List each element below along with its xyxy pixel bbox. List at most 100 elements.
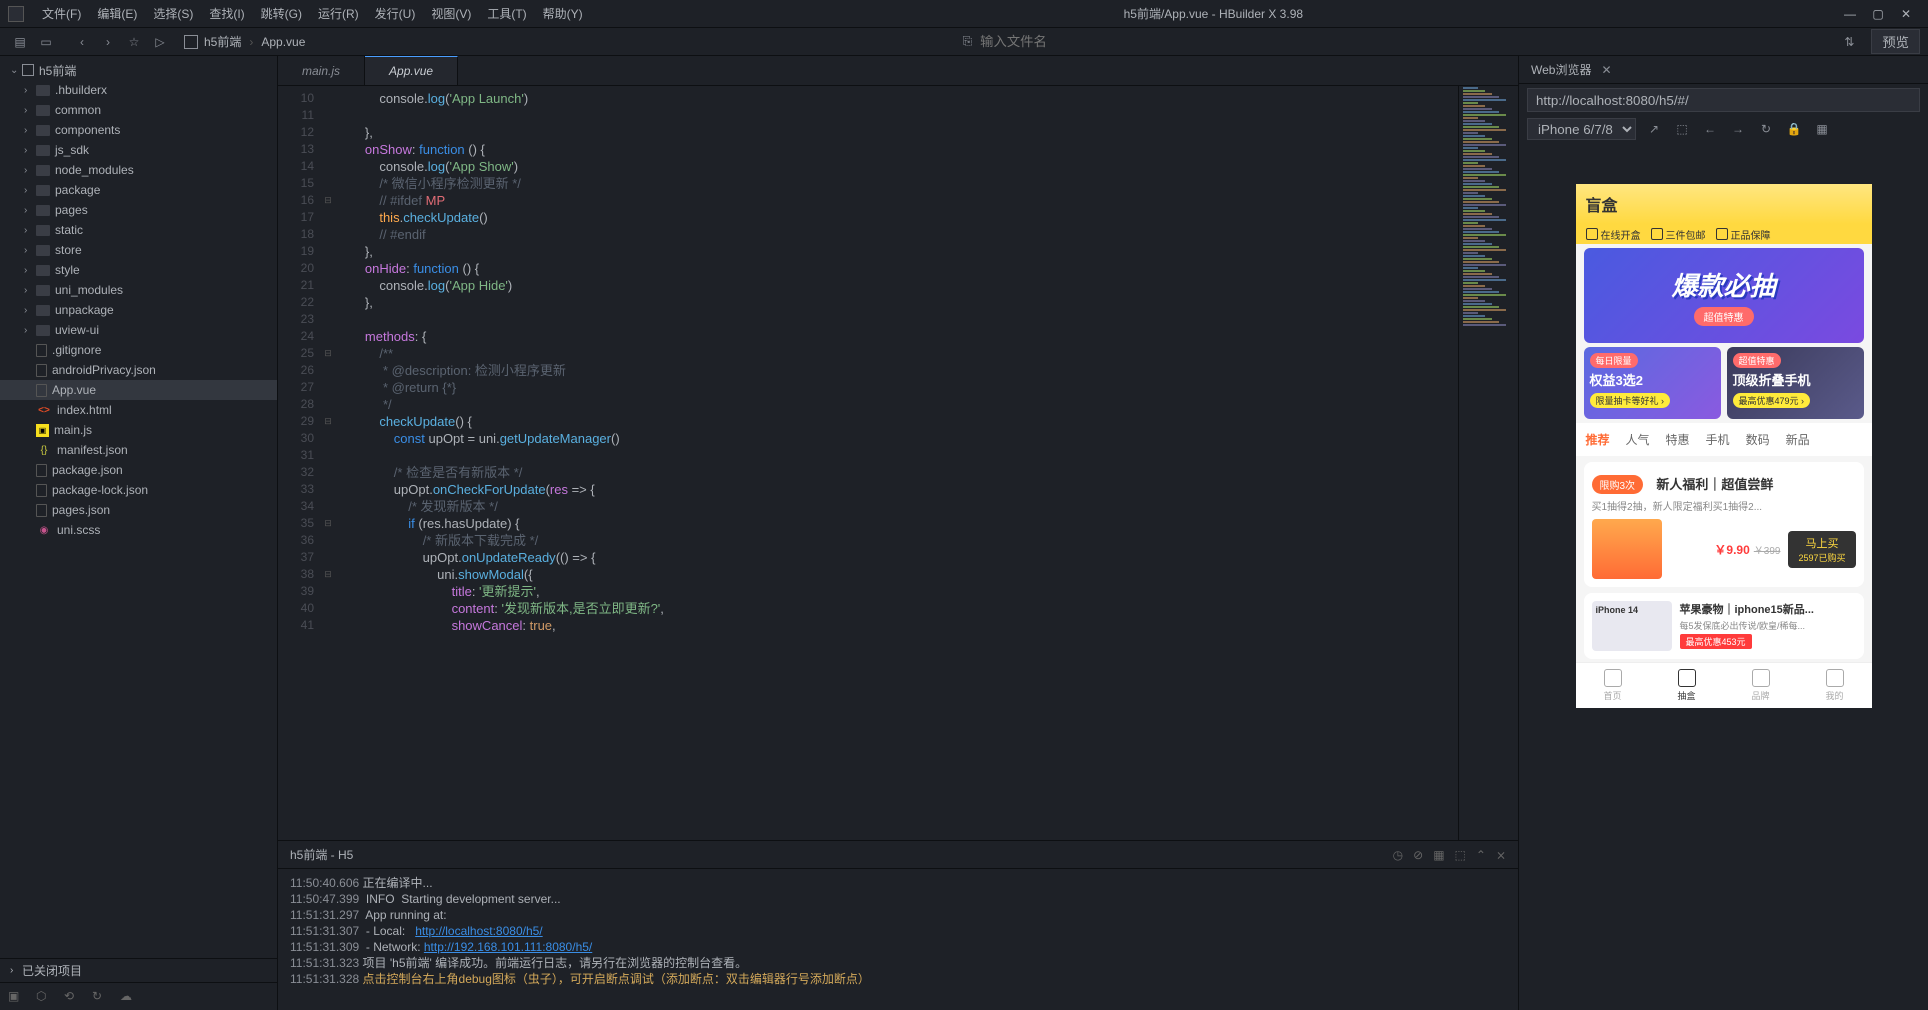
nav-item[interactable]: 品牌 <box>1724 663 1798 708</box>
preview-qr-icon[interactable]: ▦ <box>1812 119 1832 139</box>
preview-lock-icon[interactable]: 🔒 <box>1784 119 1804 139</box>
nav-forward-icon[interactable]: › <box>96 30 120 54</box>
minimap[interactable] <box>1458 86 1518 840</box>
menu-item[interactable]: 发行(U) <box>367 7 424 21</box>
tree-folder[interactable]: ›components <box>0 120 277 140</box>
console-collapse-icon[interactable]: ⌃ <box>1476 848 1486 862</box>
console-panel: h5前端 - H5 ◷ ⊘ ▦ ⬚ ⌃ ⨯ 11:50:40.606 正在编译中… <box>278 840 1518 1010</box>
console-icon-2[interactable]: ⊘ <box>1413 848 1423 862</box>
bug-icon[interactable]: ⬡ <box>36 989 52 1005</box>
tree-folder[interactable]: ›style <box>0 260 277 280</box>
tree-folder[interactable]: ›unpackage <box>0 300 277 320</box>
star-icon[interactable]: ☆ <box>122 30 146 54</box>
close-button[interactable]: ✕ <box>1892 7 1920 21</box>
maximize-button[interactable]: ▢ <box>1864 7 1892 21</box>
tree-file[interactable]: pages.json <box>0 500 277 520</box>
line-gutter[interactable]: 1011121314151617181920212223242526272829… <box>278 86 320 840</box>
minimize-button[interactable]: — <box>1836 7 1864 21</box>
tree-folder[interactable]: ›js_sdk <box>0 140 277 160</box>
menu-item[interactable]: 跳转(G) <box>253 7 310 21</box>
tree-file[interactable]: <>index.html <box>0 400 277 420</box>
tree-project-root[interactable]: ⌄ h5前端 <box>0 60 277 80</box>
nav-item[interactable]: 抽盒 <box>1650 663 1724 708</box>
nav-back-icon[interactable]: ‹ <box>70 30 94 54</box>
tree-folder[interactable]: ›uview-ui <box>0 320 277 340</box>
nav-icon <box>1604 669 1622 687</box>
breadcrumb-project[interactable]: h5前端 <box>204 33 241 50</box>
nav-item[interactable]: 我的 <box>1798 663 1872 708</box>
category-tab[interactable]: 特惠 <box>1666 431 1690 448</box>
refresh-icon[interactable]: ↻ <box>92 989 108 1005</box>
tree-file[interactable]: package.json <box>0 460 277 480</box>
preview-forward-icon[interactable]: → <box>1728 119 1748 139</box>
tree-file[interactable]: androidPrivacy.json <box>0 360 277 380</box>
tree-folder[interactable]: ›store <box>0 240 277 260</box>
category-tab[interactable]: 人气 <box>1626 431 1650 448</box>
menu-item[interactable]: 工具(T) <box>479 7 534 21</box>
promo-card-2[interactable]: 超值特惠 顶级折叠手机 最高优惠479元 › <box>1727 347 1864 419</box>
preview-refresh-icon[interactable]: ↻ <box>1756 119 1776 139</box>
preview-back-icon[interactable]: ← <box>1700 119 1720 139</box>
tree-folder[interactable]: ›uni_modules <box>0 280 277 300</box>
folder-name: components <box>55 123 120 137</box>
console-icon-4[interactable]: ⬚ <box>1455 848 1466 862</box>
editor-tab[interactable]: main.js <box>278 56 365 85</box>
menu-item[interactable]: 文件(F) <box>34 7 89 21</box>
console-link[interactable]: http://192.168.101.111:8080/h5/ <box>424 940 592 954</box>
tree-folder[interactable]: ›.hbuilderx <box>0 80 277 100</box>
console-link[interactable]: http://localhost:8080/h5/ <box>415 924 542 938</box>
category-tab[interactable]: 数码 <box>1746 431 1770 448</box>
console-icon-3[interactable]: ▦ <box>1433 848 1444 862</box>
console-close-icon[interactable]: ⨯ <box>1496 848 1506 862</box>
buy-button[interactable]: 马上买 2597已购买 <box>1788 531 1855 568</box>
run-icon[interactable]: ▷ <box>148 30 172 54</box>
console-icon-1[interactable]: ◷ <box>1393 848 1403 862</box>
tree-file[interactable]: {}manifest.json <box>0 440 277 460</box>
sync-icon[interactable]: ⟲ <box>64 989 80 1005</box>
preview-close-icon[interactable]: ✕ <box>1601 63 1611 77</box>
editor-body[interactable]: 1011121314151617181920212223242526272829… <box>278 86 1518 840</box>
tree-folder[interactable]: ›common <box>0 100 277 120</box>
tree-file[interactable]: ▣main.js <box>0 420 277 440</box>
file-search-input[interactable] <box>980 34 1180 49</box>
category-tab[interactable]: 新品 <box>1786 431 1810 448</box>
phone-frame[interactable]: 盲盒 在线开盒三件包邮正品保障 爆款必抽 超值特惠 每日限量 权益3选2 限量抽… <box>1576 184 1872 708</box>
closed-projects[interactable]: › 已关闭项目 <box>0 958 277 982</box>
nav-item[interactable]: 首页 <box>1576 663 1650 708</box>
product-card-1[interactable]: 限购3次 新人福利｜超值尝鲜 买1抽得2抽，新人限定福利买1抽得2... ￥9.… <box>1584 462 1864 587</box>
breadcrumb-file[interactable]: App.vue <box>261 35 305 49</box>
console-output[interactable]: 11:50:40.606 正在编译中...11:50:47.399 INFO S… <box>278 869 1518 1010</box>
preview-url-input[interactable] <box>1527 88 1920 112</box>
phone-banner[interactable]: 爆款必抽 超值特惠 <box>1584 248 1864 343</box>
menu-item[interactable]: 帮助(Y) <box>535 7 591 21</box>
tree-folder[interactable]: ›pages <box>0 200 277 220</box>
tree-folder[interactable]: ›node_modules <box>0 160 277 180</box>
preview-icon-2[interactable]: ⬚ <box>1672 119 1692 139</box>
menu-item[interactable]: 运行(R) <box>310 7 367 21</box>
fold-column[interactable]: ⊟⊟⊟⊟⊟ <box>320 86 336 840</box>
tree-file[interactable]: App.vue <box>0 380 277 400</box>
device-select[interactable]: iPhone 6/7/8 <box>1527 118 1636 140</box>
menu-item[interactable]: 视图(V) <box>423 7 479 21</box>
menu-item[interactable]: 选择(S) <box>145 7 201 21</box>
tree-file[interactable]: package-lock.json <box>0 480 277 500</box>
category-tab[interactable]: 手机 <box>1706 431 1730 448</box>
menu-item[interactable]: 编辑(E) <box>89 7 145 21</box>
preview-icon-1[interactable]: ↗ <box>1644 119 1664 139</box>
tree-file[interactable]: .gitignore <box>0 340 277 360</box>
tool-icon-1[interactable]: ▤ <box>8 30 32 54</box>
product-card-2[interactable]: iPhone 14 苹果豪物｜iphone15新品... 每5发保底必出传说/欧… <box>1584 593 1864 659</box>
terminal-icon[interactable]: ▣ <box>8 989 24 1005</box>
tree-folder[interactable]: ›package <box>0 180 277 200</box>
cloud-icon[interactable]: ☁ <box>120 989 136 1005</box>
promo-card-1[interactable]: 每日限量 权益3选2 限量抽卡等好礼 › <box>1584 347 1721 419</box>
preview-button[interactable]: 预览 <box>1871 29 1920 54</box>
tree-file[interactable]: ◉uni.scss <box>0 520 277 540</box>
menu-item[interactable]: 查找(I) <box>201 7 252 21</box>
filter-icon[interactable]: ⇅ <box>1837 30 1861 54</box>
category-tab[interactable]: 推荐 <box>1586 431 1610 448</box>
tool-icon-2[interactable]: ▭ <box>34 30 58 54</box>
editor-tab[interactable]: App.vue <box>365 56 458 85</box>
tree-folder[interactable]: ›static <box>0 220 277 240</box>
code-content[interactable]: console.log('App Launch') }, onShow: fun… <box>336 86 1458 840</box>
